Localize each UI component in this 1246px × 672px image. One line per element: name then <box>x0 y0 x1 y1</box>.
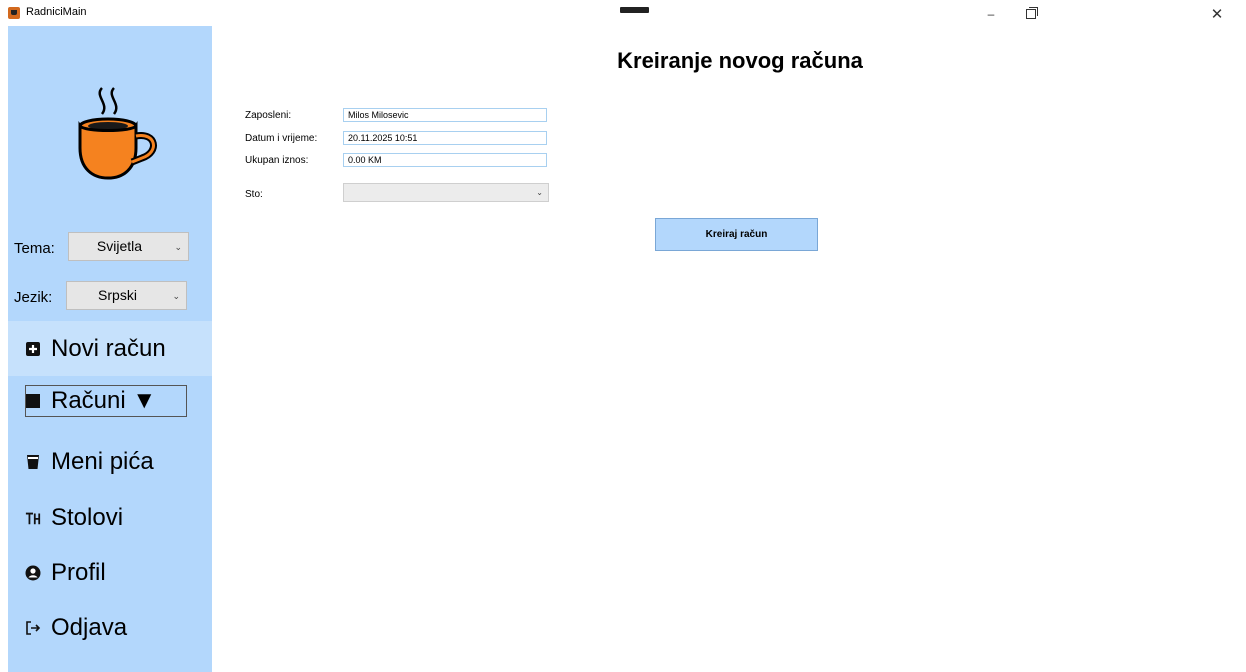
employee-label: Zaposleni: <box>245 110 292 121</box>
coffee-app-icon <box>8 7 20 19</box>
plus-square-icon <box>25 341 41 357</box>
nav-stolovi[interactable]: Stolovi <box>8 492 212 544</box>
logout-icon <box>25 620 41 636</box>
theme-select-value: Svijetla <box>96 238 143 254</box>
chevron-down-icon: ⌄ <box>174 242 182 252</box>
drag-handle-icon[interactable] <box>620 7 649 13</box>
datetime-field[interactable]: 20.11.2025 10:51 <box>343 131 547 145</box>
language-select-value: Srpski <box>98 287 137 303</box>
minimize-button[interactable]: – <box>976 3 1006 25</box>
nav-meni-pica[interactable]: Meni pića <box>8 436 212 488</box>
user-circle-icon <box>25 565 41 581</box>
nav-meni-pica-label: Meni pića <box>51 448 154 475</box>
nav-odjava-label: Odjava <box>51 614 128 641</box>
nav-racuni-label: Računi ▼ <box>51 387 157 414</box>
window-title: RadniciMain <box>26 6 87 18</box>
sidebar: Tema: Svijetla ⌄ Jezik: Srpski ⌄ Novi ra… <box>8 26 212 672</box>
employee-field[interactable]: Milos Milosevic <box>343 108 547 122</box>
maximize-button[interactable] <box>1016 3 1046 25</box>
close-button[interactable]: ✕ <box>1202 3 1232 25</box>
coffee-cup-icon <box>78 87 157 180</box>
language-label: Jezik: <box>14 289 53 306</box>
datetime-label: Datum i vrijeme: <box>245 133 318 144</box>
restore-icon <box>1026 7 1038 19</box>
page-title: Kreiranje novog računa <box>617 48 863 73</box>
nav-stolovi-label: Stolovi <box>51 504 124 531</box>
nav-profil[interactable]: Profil <box>8 547 212 599</box>
window-titlebar[interactable]: RadniciMain – ✕ <box>0 0 1246 26</box>
chevron-down-icon: ⌄ <box>172 291 180 301</box>
theme-label: Tema: <box>14 240 55 257</box>
chevron-down-icon: ⌄ <box>536 188 543 197</box>
language-select[interactable]: Srpski ⌄ <box>66 281 187 310</box>
nav-odjava[interactable]: Odjava <box>8 602 212 654</box>
glass-icon <box>25 454 41 470</box>
nav-novi-racun[interactable]: Novi račun <box>8 321 212 376</box>
table-icon <box>25 510 41 526</box>
total-field[interactable]: 0.00 KM <box>343 153 547 167</box>
nav-profil-label: Profil <box>51 559 106 586</box>
table-select[interactable]: ⌄ <box>343 183 549 202</box>
receipt-square-icon <box>25 393 41 409</box>
total-label: Ukupan iznos: <box>245 155 309 166</box>
create-bill-button[interactable]: Kreiraj račun <box>655 218 818 251</box>
language-row: Jezik: Srpski ⌄ <box>8 277 212 317</box>
theme-select[interactable]: Svijetla ⌄ <box>68 232 189 261</box>
nav-racuni[interactable]: Računi ▼ <box>8 377 212 425</box>
nav-novi-racun-label: Novi račun <box>51 334 166 362</box>
table-label: Sto: <box>245 189 263 200</box>
theme-row: Tema: Svijetla ⌄ <box>8 228 212 268</box>
